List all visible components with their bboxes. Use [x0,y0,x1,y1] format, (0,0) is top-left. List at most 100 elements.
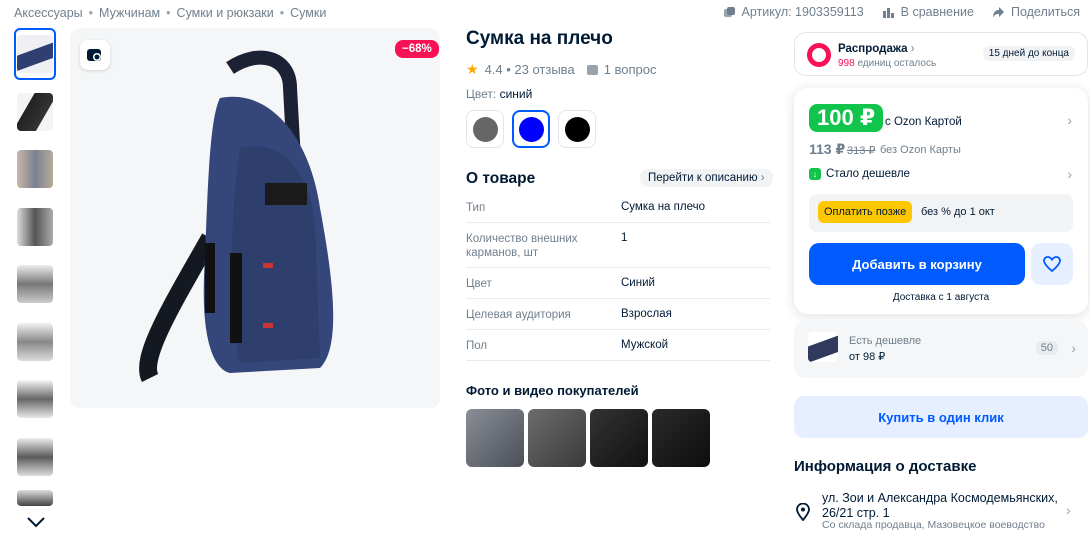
delivery-address[interactable]: ул. Зои и Александра Космодемьянских, 26… [822,491,1072,521]
cheaper-offer-price: от 98 ₽ [849,351,886,363]
share-button[interactable]: Поделиться [992,5,1080,19]
article-number[interactable]: Артикул: 1903359113 [723,5,864,19]
article-label: Артикул: 1903359113 [741,5,864,19]
spec-row: Пол Мужской [466,330,770,361]
chevron-down-icon[interactable] [26,516,46,528]
sale-circle-icon [807,43,831,67]
rating-row: ★ 4.4 • 23 отзыва 1 вопрос [466,61,657,78]
product-tools: Артикул: 1903359113 В сравнение Поделить… [723,5,1080,19]
thumbnail[interactable] [14,488,56,508]
thumbnail[interactable] [14,201,56,253]
thumbnail[interactable] [14,86,56,138]
thumbnail[interactable] [14,28,56,80]
cheaper-offer-count: 50 [1035,341,1058,355]
ozon-card-label: с Ozon Картой [885,116,962,128]
thumbnail[interactable] [14,258,56,310]
cheaper-offer-image [808,332,838,362]
share-label: Поделиться [1010,5,1080,19]
bag-image [139,50,334,383]
spec-key: Количество внешних карманов, шт [466,233,578,259]
spec-row: Тип Сумка на плечо [466,192,770,223]
spec-key: Пол [466,340,488,352]
customer-photos [466,409,710,467]
swatch-gray[interactable] [466,110,504,148]
favorite-button[interactable] [1031,243,1073,285]
price-dropped-text: Стало дешевле [826,168,910,180]
chevron-right-icon[interactable]: › [1067,166,1072,182]
chevron-right-icon: › [1071,340,1076,356]
rating-reviews[interactable]: 4.4 • 23 отзыва [485,62,575,77]
spec-key: Целевая аудитория [466,309,571,321]
cheaper-offer[interactable]: Есть дешевле от 98 ₽ 50 › [794,320,1088,378]
thumbnail[interactable] [14,316,56,368]
breadcrumb-men[interactable]: Мужчинам [99,6,160,20]
questions-link[interactable]: 1 вопрос [604,62,657,77]
goto-description-button[interactable]: Перейти к описанию › [640,169,773,187]
pay-later-block[interactable]: Оплатить позже без % до 1 окт [809,194,1073,232]
sale-promo[interactable]: Распродажа › 998 единиц осталось 15 дней… [794,32,1088,76]
breadcrumb-accessories[interactable]: Аксессуары [14,6,83,20]
ozon-card-price: 100 ₽ [809,104,884,132]
about-heading: О товаре [466,170,536,187]
product-title: Сумка на плечо [466,28,613,49]
spec-value: Синий [621,277,655,289]
spec-row: Количество внешних карманов, шт 1 [466,223,770,268]
chevron-right-icon: › [910,43,915,55]
thumbnail-strip [14,28,58,514]
sale-title: Распродажа › [838,43,915,55]
breadcrumb-bags-backpacks[interactable]: Сумки и рюкзаки [177,6,274,20]
delivery-source: Со склада продавца, Мазовецкое воеводств… [822,519,1045,531]
main-product-image[interactable] [70,28,440,408]
visual-search-button[interactable] [80,40,110,70]
price-card: 100 ₽ с Ozon Картой › 113 ₽ 313 ₽ без Oz… [794,88,1088,314]
no-card-label: без Ozon Карты [880,144,961,156]
spec-value: Мужской [621,339,669,351]
chevron-right-icon[interactable]: › [1067,112,1072,128]
swatch-black[interactable] [558,110,596,148]
specs-table: Тип Сумка на плечо Количество внешних кар… [466,192,770,361]
regular-price: 113 ₽ [809,141,846,157]
thumbnail[interactable] [14,143,56,195]
buy-one-click-button[interactable]: Купить в один клик [794,396,1088,438]
breadcrumb-bags[interactable]: Сумки [290,6,326,20]
breadcrumb-sep: • [279,6,285,20]
compare-label: В сравнение [900,5,974,19]
spec-row: Цвет Синий [466,268,770,299]
customer-photo[interactable] [528,409,586,467]
customer-photo[interactable] [466,409,524,467]
breadcrumb-sep: • [166,6,171,20]
question-icon [586,64,598,75]
chevron-right-icon[interactable]: › [1066,502,1071,518]
color-value: синий [499,87,533,101]
sale-remaining-text: единиц осталось [857,58,937,69]
sale-days-left: 15 дней до конца [982,46,1075,61]
price-dropped[interactable]: ↓ Стало дешевле [809,168,910,180]
thumbnail[interactable] [14,431,56,483]
discount-badge: −68% [395,40,439,58]
swatch-blue[interactable] [512,110,550,148]
color-label-text: Цвет: [466,87,497,101]
cheaper-offer-title: Есть дешевле [849,335,922,347]
copy-icon [723,6,735,17]
breadcrumb: Аксессуары • Мужчинам • Сумки и рюкзаки • С… [14,6,326,20]
sale-remaining-count: 998 [838,58,855,69]
customer-photos-heading: Фото и видео покупателей [466,383,639,398]
pay-later-button[interactable]: Оплатить позже [818,201,913,223]
compare-button[interactable]: В сравнение [882,5,974,19]
spec-value: Взрослая [621,308,672,320]
customer-photo[interactable] [590,409,648,467]
customer-photo[interactable] [652,409,710,467]
thumbnail[interactable] [14,373,56,425]
heart-icon [1043,256,1061,272]
add-to-cart-button[interactable]: Добавить в корзину [809,243,1025,285]
image-search-icon [87,49,101,61]
goto-label: Перейти к описанию [648,172,758,184]
spec-value: 1 [621,232,628,244]
color-swatches [466,110,596,148]
old-price: 313 ₽ [847,145,876,157]
star-icon: ★ [466,61,479,77]
delivery-info-heading: Информация о доставке [794,458,977,475]
spec-key: Тип [466,202,486,214]
spec-value: Сумка на плечо [621,201,705,213]
delivery-date: Доставка с 1 августа [892,292,990,303]
